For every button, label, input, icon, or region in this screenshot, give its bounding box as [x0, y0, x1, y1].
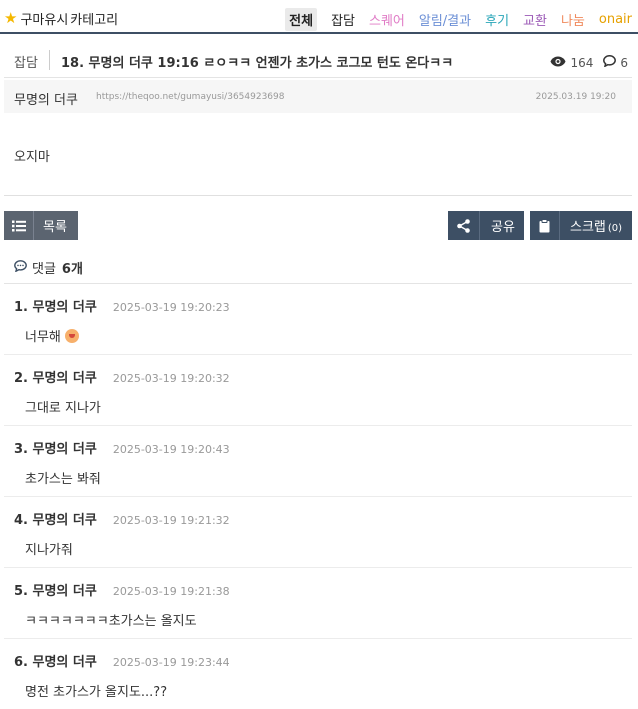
- share-button[interactable]: 공유: [448, 211, 524, 240]
- post-title-row: 잡담 18. 무명의 더쿠 19:16 ㄹㅇㅋㅋ 언젠가 초가스 코그모 턴도 …: [4, 44, 632, 78]
- comment-author[interactable]: 1. 무명의 더쿠: [14, 296, 97, 315]
- post-author: 무명의 더쿠: [14, 93, 78, 108]
- list-button-label: 목록: [43, 220, 67, 235]
- view-count: 164: [570, 55, 594, 70]
- comment-icon: [14, 260, 27, 275]
- comment-text: 너무해: [25, 326, 79, 345]
- comment-author[interactable]: 4. 무명의 더쿠: [14, 509, 97, 528]
- comment-item: 1. 무명의 더쿠 2025-03-19 19:20:23 너무해: [4, 284, 632, 355]
- post-content: 오지마: [14, 150, 50, 165]
- post-category[interactable]: 잡담: [14, 52, 38, 71]
- scrap-button-label: 스크랩 (0): [570, 220, 623, 235]
- comment-time: 2025-03-19 19:23:44: [112, 656, 230, 669]
- post-title: 18. 무명의 더쿠 19:16 ㄹㅇㅋㅋ 언젠가 초가스 코그모 턴도 온다ㅋ…: [61, 56, 454, 71]
- board-header: ★ 구마유시 카테고리 전체 잡담 스퀘어 알림/결과 후기 교환 나눔 ona…: [0, 0, 638, 34]
- comment-icon: [603, 55, 617, 70]
- comment-text: 지나가줘: [25, 543, 73, 558]
- crying-face-emoji-icon: [64, 329, 79, 343]
- scrap-count: (0): [607, 223, 623, 234]
- post-url[interactable]: https://theqoo.net/gumayusi/3654923698: [96, 92, 284, 102]
- tab-onair[interactable]: onair: [599, 12, 632, 27]
- comment-item: 4. 무명의 더쿠 2025-03-19 19:21:32 지나가줘: [4, 497, 632, 568]
- comments-label: 댓글: [32, 262, 56, 277]
- share-icon: [448, 211, 480, 240]
- comment-time: 2025-03-19 19:21:32: [112, 514, 230, 527]
- comments-header: 댓글 6개: [14, 258, 83, 277]
- comment-text: ㅋㅋㅋㅋㅋㅋㅋ초가스는 올지도: [25, 614, 197, 629]
- tab-review[interactable]: 후기: [485, 10, 509, 29]
- board-name[interactable]: 구마유시: [20, 9, 68, 28]
- tab-chat[interactable]: 잡담: [331, 10, 355, 29]
- comment-time: 2025-03-19 19:21:38: [112, 585, 230, 598]
- comment-count: 6: [620, 55, 628, 70]
- comment-time: 2025-03-19 19:20:43: [112, 443, 230, 456]
- post-date: 2025.03.19 19:20: [535, 92, 616, 102]
- post-meta: 164 6: [550, 55, 628, 70]
- comment-text: 명전 초가스가 올지도...??: [25, 685, 168, 700]
- list-icon: [4, 211, 34, 240]
- tab-all[interactable]: 전체: [285, 8, 318, 31]
- comment-time: 2025-03-19 19:20:23: [112, 301, 230, 314]
- category-tabs: 전체 잡담 스퀘어 알림/결과 후기 교환 나눔 onair: [285, 8, 632, 31]
- tab-giveaway[interactable]: 나눔: [561, 10, 585, 29]
- comment-item: 3. 무명의 더쿠 2025-03-19 19:20:43 초가스는 봐줘: [4, 426, 632, 497]
- divider: [49, 50, 50, 70]
- category-menu[interactable]: 카테고리: [70, 9, 118, 28]
- star-icon[interactable]: ★: [4, 11, 17, 26]
- tab-square[interactable]: 스퀘어: [369, 10, 405, 29]
- comment-item: 5. 무명의 더쿠 2025-03-19 19:21:38 ㅋㅋㅋㅋㅋㅋㅋ초가스…: [4, 568, 632, 639]
- tab-notice-results[interactable]: 알림/결과: [419, 10, 471, 29]
- board-title: ★ 구마유시 카테고리: [4, 9, 118, 29]
- clipboard-icon: [530, 211, 560, 240]
- post-info: 무명의 더쿠 https://theqoo.net/gumayusi/36549…: [4, 80, 632, 113]
- comment-author[interactable]: 5. 무명의 더쿠: [14, 580, 97, 599]
- divider: [4, 195, 632, 196]
- comments-count: 6개: [61, 262, 83, 277]
- comment-item: 2. 무명의 더쿠 2025-03-19 19:20:32 그대로 지나가: [4, 355, 632, 426]
- comment-text: 초가스는 봐줘: [25, 472, 101, 487]
- comment-author[interactable]: 2. 무명의 더쿠: [14, 367, 97, 386]
- eye-icon: [550, 56, 566, 70]
- tab-exchange[interactable]: 교환: [523, 10, 547, 29]
- comment-text: 그대로 지나가: [25, 401, 101, 416]
- comment-author[interactable]: 6. 무명의 더쿠: [14, 651, 97, 670]
- list-button[interactable]: 목록: [4, 211, 78, 240]
- scrap-button[interactable]: 스크랩 (0): [530, 211, 632, 240]
- comment-time: 2025-03-19 19:20:32: [112, 372, 230, 385]
- comment-item: 6. 무명의 더쿠 2025-03-19 19:23:44 명전 초가스가 올지…: [4, 639, 632, 709]
- share-button-label: 공유: [491, 220, 515, 235]
- comment-author[interactable]: 3. 무명의 더쿠: [14, 438, 97, 457]
